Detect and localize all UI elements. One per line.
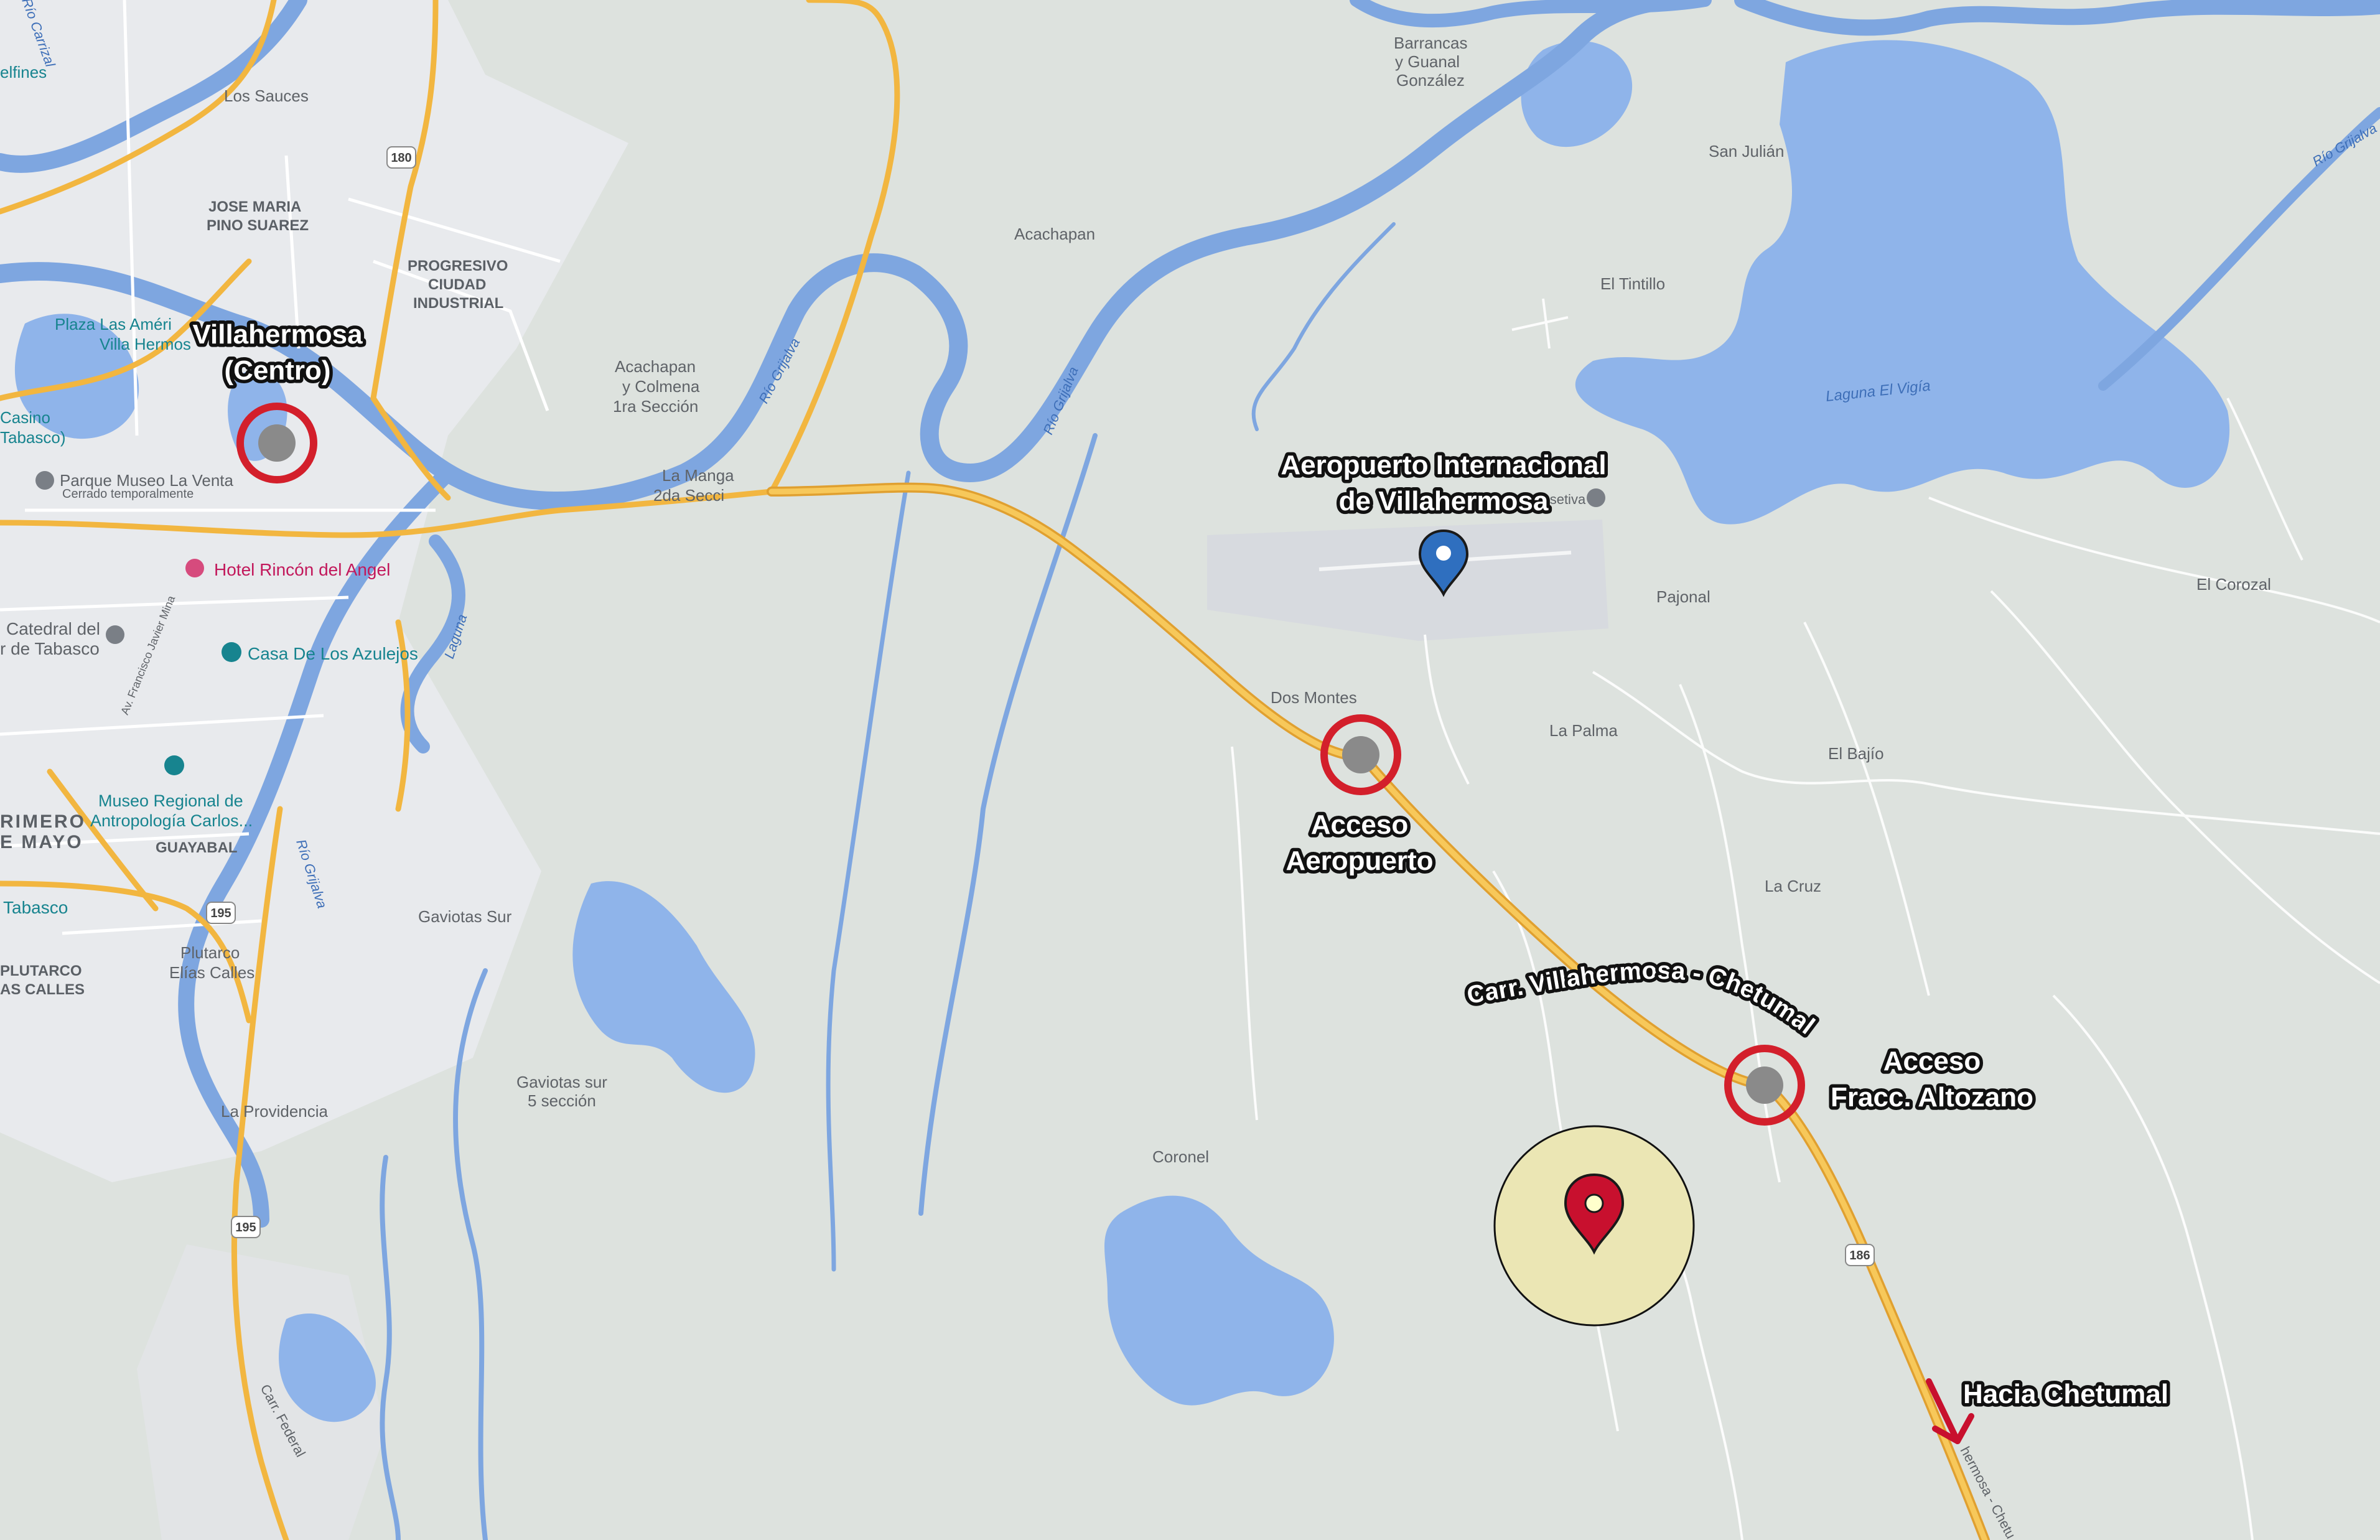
place-label-acachapan: Acachapan xyxy=(1014,225,1095,243)
place-label-la-manga-2: 2da Secci xyxy=(653,486,724,505)
place-label-progresivo-3: INDUSTRIAL xyxy=(413,295,503,312)
map-viewport[interactable]: 180 195 195 186 elfines Los Sauces JOSE … xyxy=(0,0,2380,1540)
place-label-la-providencia: La Providencia xyxy=(221,1102,329,1121)
place-label-la-palma: La Palma xyxy=(1549,721,1618,740)
place-label-museo-2: Antropología Carlos... xyxy=(90,811,253,830)
place-label-barrancas-1: Barrancas xyxy=(1394,34,1468,52)
place-label-casino-1: Casino xyxy=(0,408,50,427)
place-label-cerrado: Cerrado temporalmente xyxy=(62,487,194,501)
place-label-el-corozal: El Corozal xyxy=(2196,575,2271,594)
place-label-jose-maria-1: JOSE MARIA xyxy=(208,198,301,215)
place-label-la-manga-1: La Manga xyxy=(662,466,734,485)
svg-text:186: 186 xyxy=(1849,1249,1870,1262)
annotation-villahermosa-1: Villahermosa xyxy=(192,319,363,350)
place-label-gaviotas-5-1: Gaviotas sur xyxy=(516,1073,607,1091)
place-label-catedral-2: r de Tabasco xyxy=(0,639,100,658)
annotation-acceso-fracc-1: Acceso xyxy=(1883,1046,1981,1076)
place-label-plaza-1: Plaza Las Améri xyxy=(55,315,172,334)
hotel-icon xyxy=(185,559,204,577)
svg-text:195: 195 xyxy=(235,1221,256,1234)
place-label-dos-montes: Dos Montes xyxy=(1271,688,1357,707)
place-label-barrancas-3: González xyxy=(1396,71,1465,90)
annotation-aeropuerto-1: Aeropuerto Internacional xyxy=(1281,450,1606,480)
svg-text:195: 195 xyxy=(210,907,231,920)
annotation-acceso-aero-2: Aeropuerto xyxy=(1286,846,1433,876)
place-label-delfines: elfines xyxy=(0,63,47,82)
place-label-primero-1: RIMERO xyxy=(0,811,86,832)
church-icon xyxy=(106,625,124,644)
place-label-tabasco: Tabasco xyxy=(3,898,68,917)
road-shield-186: 186 xyxy=(1845,1244,1875,1266)
place-label-acachapan-colmena-1: Acachapan xyxy=(615,357,696,376)
place-label-acachapan-colmena-2: y Colmena xyxy=(622,377,700,396)
place-label-museo-1: Museo Regional de xyxy=(98,791,243,810)
annotation-acceso-fracc-2: Fracc. Altozano xyxy=(1831,1082,2033,1113)
place-label-catedral-1: Catedral del xyxy=(6,619,100,638)
road-shield-195-a: 195 xyxy=(206,902,236,924)
place-label-barrancas-2: y Guanal xyxy=(1395,52,1460,71)
place-label-el-tintillo: El Tintillo xyxy=(1600,274,1665,293)
place-label-gaviotas-sur: Gaviotas Sur xyxy=(418,907,512,926)
place-label-plaza-2: Villa Hermos xyxy=(100,335,191,353)
place-label-plutarco-elias-2: Elías Calles xyxy=(169,963,254,982)
museum-regional-icon xyxy=(164,755,184,775)
place-label-progresivo-2: CIUDAD xyxy=(428,276,486,293)
place-label-casa-azulejos: Casa De Los Azulejos xyxy=(248,644,418,663)
place-label-acachapan-colmena-3: 1ra Sección xyxy=(613,397,698,416)
place-label-guayabal: GUAYABAL xyxy=(156,839,238,856)
annotation-villahermosa-2: (Centro) xyxy=(224,355,330,386)
place-label-plutarco-1: PLUTARCO xyxy=(0,963,82,979)
annotation-acceso-aero-1: Acceso xyxy=(1311,810,1409,840)
place-label-gaviotas-5-2: 5 sección xyxy=(528,1091,596,1110)
place-label-jose-maria-2: PINO SUAREZ xyxy=(207,217,309,234)
place-label-la-cruz: La Cruz xyxy=(1765,877,1821,895)
museum-icon xyxy=(35,471,54,490)
place-label-el-bajio: El Bajío xyxy=(1828,744,1884,763)
place-label-los-sauces: Los Sauces xyxy=(224,86,309,105)
place-label-pajonal: Pajonal xyxy=(1656,587,1710,606)
place-label-plutarco-2: AS CALLES xyxy=(0,981,85,998)
landmark-icon xyxy=(222,642,241,662)
place-label-progresivo-1: PROGRESIVO xyxy=(408,258,508,274)
place-label-coronel: Coronel xyxy=(1152,1147,1209,1166)
annotation-aeropuerto-2: de Villahermosa xyxy=(1339,486,1549,516)
place-label-plutarco-elias-1: Plutarco xyxy=(180,943,240,962)
annotation-hacia-chetumal: Hacia Chetumal xyxy=(1963,1379,2168,1409)
road-shield-195-b: 195 xyxy=(231,1216,261,1238)
road-shield-180: 180 xyxy=(386,146,416,169)
map-canvas[interactable]: 180 195 195 186 elfines Los Sauces JOSE … xyxy=(0,0,2380,1540)
place-label-casino-2: Tabasco) xyxy=(0,428,66,447)
place-label-primero-2: E MAYO xyxy=(0,832,83,852)
airport-poi-icon xyxy=(1587,488,1605,507)
place-label-san-julian: San Julián xyxy=(1709,142,1784,161)
place-label-hotel: Hotel Rincón del Angel xyxy=(214,560,390,579)
svg-text:180: 180 xyxy=(391,151,411,165)
